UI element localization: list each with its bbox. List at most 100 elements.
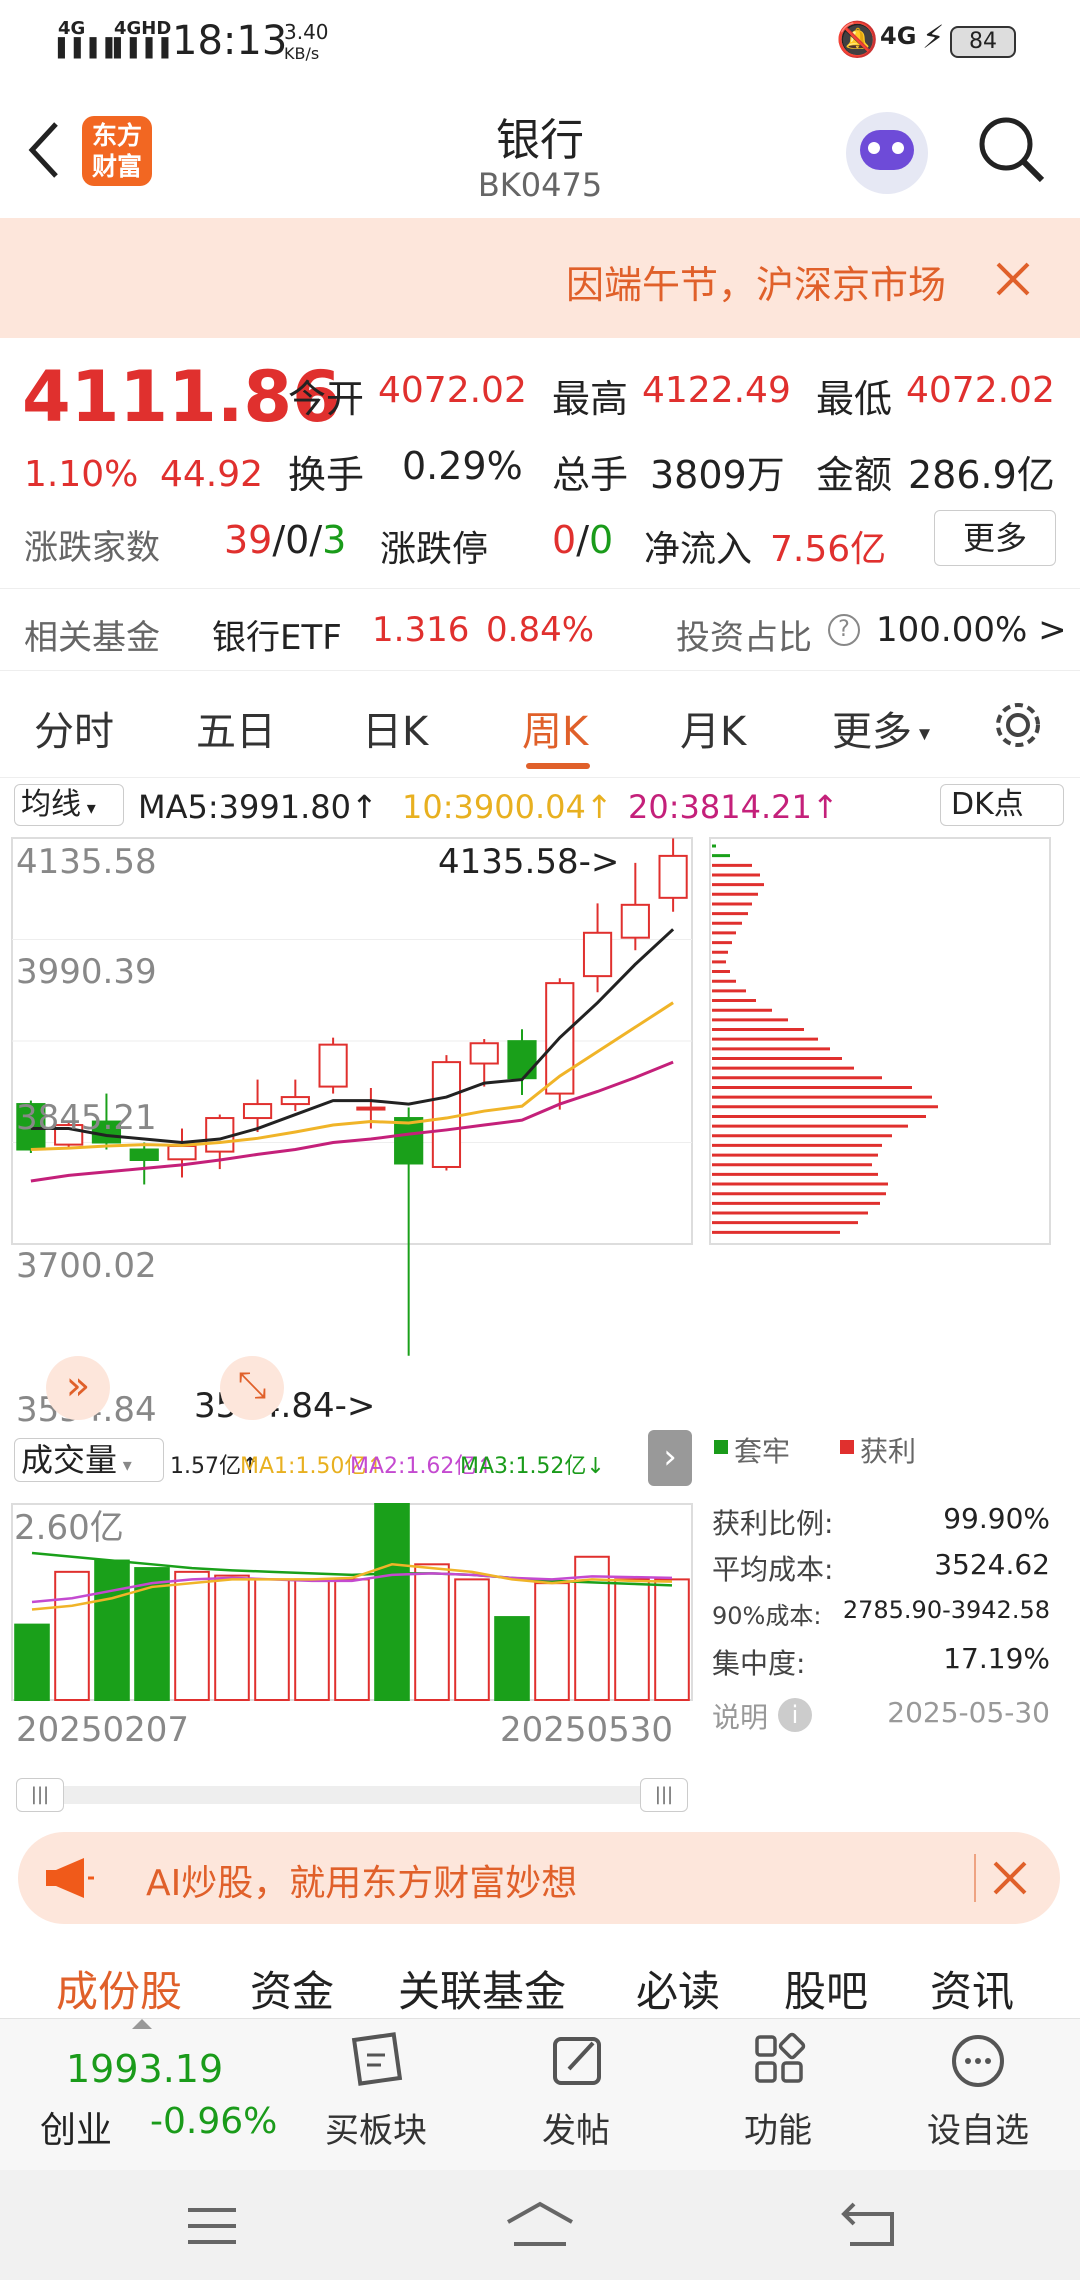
ai-promo-banner[interactable]: AI炒股，就用东方财富妙想 — [18, 1832, 1060, 1924]
buy-sector-icon — [351, 2032, 403, 2086]
chip-stat-value: 3524.62 — [934, 1548, 1050, 1581]
volume-bar — [174, 1570, 210, 1701]
volume-bar — [454, 1578, 490, 1702]
signal-icon-2: ▌▌▌▌ — [114, 38, 178, 59]
tab-more[interactable]: 更多 ▾ — [832, 699, 930, 757]
search-icon[interactable] — [976, 114, 1048, 186]
range-handle-right[interactable]: ||| — [640, 1778, 688, 1812]
legend-trapped: 套牢 — [734, 1435, 791, 1468]
breadth-label: 涨跌家数 — [24, 528, 160, 568]
chip-stat-label: 获利比例: — [712, 1507, 834, 1540]
post-button[interactable]: 发帖 — [516, 2031, 636, 2152]
volume-bar — [414, 1563, 450, 1701]
chip-stat-label: 90%成本: — [712, 1602, 822, 1630]
volume-bar — [614, 1578, 650, 1702]
back-icon[interactable] — [840, 2200, 900, 2250]
info-icon[interactable]: i — [778, 1698, 812, 1732]
megaphone-icon — [46, 1858, 94, 1898]
stat-amount-value: 286.9亿 — [908, 453, 1055, 497]
max-price-label: 4135.58-> — [438, 842, 620, 882]
signal-icon: ▌▌▌▌ — [58, 38, 122, 59]
legend-profit: 获利 — [860, 1435, 917, 1468]
content-tabs: 成份股 资金 关联基金 必读 股吧 资讯 — [0, 1940, 1080, 2018]
quote-panel: 4111.86 1.10% 44.92 今开 4072.02 最高 4122.4… — [0, 338, 1080, 668]
gear-icon[interactable] — [990, 697, 1046, 753]
add-watchlist-button[interactable]: 设自选 — [918, 2031, 1038, 2152]
tab-components[interactable]: 成份股 — [56, 1958, 182, 2018]
tab-weekly-k[interactable]: 周K — [522, 699, 588, 757]
buy-sector-button[interactable]: 买板块 — [316, 2031, 436, 2152]
caret-up-icon — [132, 2019, 152, 2029]
candle-body — [167, 1145, 197, 1161]
candle-body — [582, 931, 613, 978]
fund-label: 相关基金 — [24, 618, 160, 658]
tab-five-day[interactable]: 五日 — [196, 699, 276, 757]
change-amount: 44.92 — [160, 454, 264, 495]
start-date: 20250207 — [16, 1710, 190, 1750]
volume-bar — [334, 1578, 370, 1702]
fund-price: 1.316 — [372, 610, 470, 650]
chevron-right-icon[interactable]: › — [648, 1430, 692, 1486]
range-handle-left[interactable]: ||| — [16, 1778, 64, 1812]
home-icon[interactable] — [504, 2200, 576, 2250]
kline-chart-area: 均线 ▾ MA5:3991.80↑ 10:3900.04↑ 20:3814.21… — [0, 778, 1080, 1818]
tab-monthly-k[interactable]: 月K — [680, 699, 746, 757]
help-icon[interactable]: ? — [828, 614, 860, 646]
robot-avatar-icon[interactable] — [846, 112, 928, 194]
tab-forum[interactable]: 股吧 — [784, 1958, 868, 2018]
close-icon[interactable] — [994, 260, 1032, 298]
chip-stat-value: 2785.90-3942.58 — [842, 1596, 1050, 1624]
y-tick: 3700.02 — [16, 1246, 157, 1286]
tab-must-read[interactable]: 必读 — [636, 1958, 720, 2018]
range-slider-track[interactable] — [18, 1786, 686, 1804]
end-date: 20250530 — [500, 1710, 674, 1750]
candle-body — [280, 1096, 310, 1106]
candle-body — [658, 854, 688, 899]
invest-ratio-value[interactable]: 100.00% > — [876, 610, 1067, 650]
stat-low-value: 4072.02 — [906, 370, 1055, 411]
explain-link[interactable]: 说明 — [712, 1696, 768, 1736]
tab-capital[interactable]: 资金 — [250, 1958, 334, 2018]
index-change[interactable]: -0.96% — [150, 2101, 277, 2142]
chip-distribution — [709, 837, 1051, 1245]
mute-icon: 🔕 — [836, 20, 879, 60]
functions-button[interactable]: 功能 — [718, 2031, 838, 2152]
ma-selector[interactable]: 均线 ▾ — [14, 784, 124, 826]
index-name[interactable]: 创业 — [40, 2101, 112, 2153]
candle-body — [356, 1106, 386, 1111]
active-tab-indicator — [526, 763, 590, 769]
chevron-left-icon[interactable] — [26, 120, 60, 180]
edit-post-icon — [553, 2037, 601, 2085]
volume-bar — [254, 1578, 290, 1702]
more-circle-icon — [952, 2035, 1004, 2087]
system-nav-bar — [0, 2170, 1080, 2280]
tab-news[interactable]: 资讯 — [930, 1958, 1014, 2018]
notice-banner[interactable]: 因端午节，沪深京市场 — [0, 218, 1080, 338]
tab-intraday[interactable]: 分时 — [34, 699, 114, 757]
change-percent: 1.10% — [24, 454, 139, 495]
tab-related-funds[interactable]: 关联基金 — [398, 1958, 566, 2018]
dk-point-button[interactable]: DK点 — [940, 784, 1064, 826]
menu-icon[interactable] — [184, 2206, 240, 2246]
y-tick: 3990.39 — [16, 952, 157, 992]
volume-selector[interactable]: 成交量 ▾ — [14, 1438, 164, 1482]
page-title: 银行 — [496, 115, 584, 166]
volume-max-label: 2.60亿 — [14, 1508, 124, 1548]
close-icon[interactable] — [992, 1860, 1028, 1896]
index-value[interactable]: 1993.19 — [66, 2047, 223, 2091]
y-tick: 4135.58 — [16, 842, 157, 882]
stat-low-label: 最低 — [816, 377, 893, 421]
tab-daily-k[interactable]: 日K — [362, 699, 428, 757]
divider — [974, 1854, 976, 1902]
expand-right-icon[interactable]: » — [46, 1356, 110, 1420]
legend-swatch-profit — [840, 1440, 854, 1454]
fullscreen-icon[interactable]: ⤡ — [220, 1356, 284, 1420]
net-speed-unit: KB/s — [284, 44, 320, 63]
candle-body — [431, 1061, 462, 1168]
volume-bar — [94, 1559, 130, 1701]
bottom-toolbar: 1993.19 创业 -0.96% 买板块 发帖 功能 设自选 — [0, 2018, 1080, 2170]
more-button[interactable]: 更多 — [934, 510, 1056, 566]
grid-apps-icon — [755, 2032, 806, 2083]
ma10-value: 10:3900.04↑ — [402, 788, 613, 826]
fund-name[interactable]: 银行ETF — [212, 610, 342, 659]
